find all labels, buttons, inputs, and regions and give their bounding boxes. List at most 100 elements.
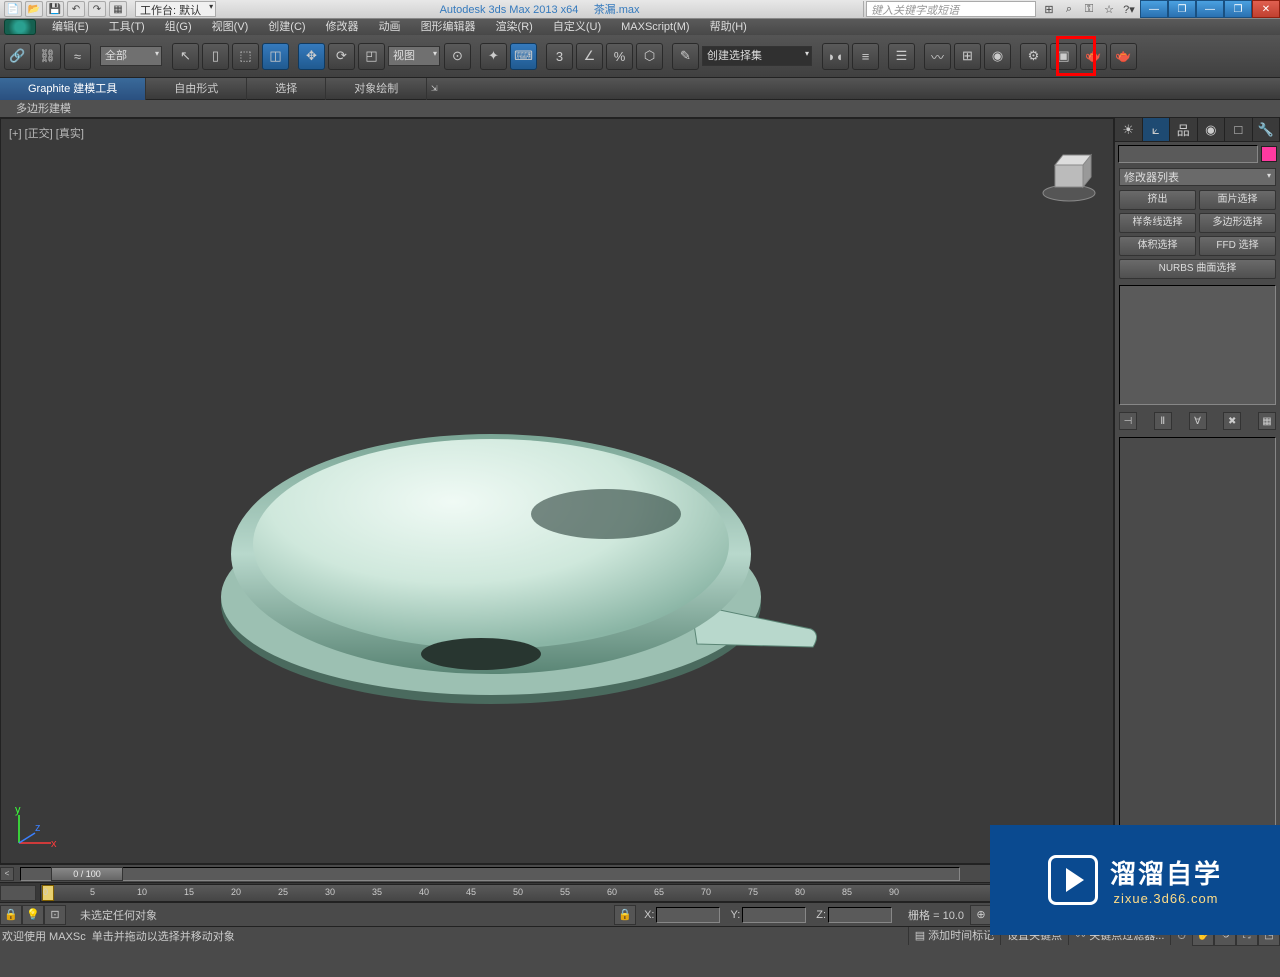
editnamedsel-icon[interactable]: ✎ — [672, 43, 699, 70]
coord-y-field[interactable] — [742, 907, 806, 923]
comm-center-icon[interactable]: ⊞ — [1040, 1, 1058, 17]
cmd-create-icon[interactable]: ☀ — [1115, 118, 1143, 141]
align-icon[interactable]: ≡ — [852, 43, 879, 70]
mod-patchsel[interactable]: 面片选择 — [1199, 190, 1276, 210]
keyboard-shortcut-icon[interactable]: ⌨ — [510, 43, 537, 70]
mod-extrude[interactable]: 挤出 — [1119, 190, 1196, 210]
menu-view[interactable]: 视图(V) — [202, 19, 259, 35]
viewport-label[interactable]: [+] [正交] [真实] — [9, 125, 84, 141]
scale-icon[interactable]: ◰ — [358, 43, 385, 70]
configure-icon[interactable]: ▦ — [1258, 412, 1276, 430]
qat-open-icon[interactable]: 📂 — [25, 1, 43, 17]
search-input[interactable]: 键入关键字或短语 — [866, 1, 1036, 17]
window-crossing-icon[interactable]: ◫ — [262, 43, 289, 70]
mod-nurbssel[interactable]: NURBS 曲面选择 — [1119, 259, 1276, 279]
close-button[interactable]: ✕ — [1252, 0, 1280, 18]
render-icon[interactable]: 🫖 — [1080, 43, 1107, 70]
material-editor-icon[interactable]: ◉ — [984, 43, 1011, 70]
qat-new-icon[interactable]: 📄 — [4, 1, 22, 17]
cmd-display-icon[interactable]: □ — [1225, 118, 1253, 141]
show-result-icon[interactable]: Ⅱ — [1154, 412, 1172, 430]
cmd-utilities-icon[interactable]: 🔧 — [1253, 118, 1280, 141]
select-region-icon[interactable]: ⬚ — [232, 43, 259, 70]
help-icon[interactable]: ?▾ — [1120, 1, 1138, 17]
qat-redo-icon[interactable]: ↷ — [88, 1, 106, 17]
selection-filter-combo[interactable]: 全部 — [100, 46, 162, 66]
maxscript-mini[interactable]: 欢迎使用 MAXSc — [0, 928, 86, 944]
menu-maxscript[interactable]: MAXScript(M) — [611, 19, 699, 35]
lock-icon[interactable]: 🔒 — [0, 905, 22, 925]
cmd-motion-icon[interactable]: ◉ — [1198, 118, 1226, 141]
bind-icon[interactable]: ≈ — [64, 43, 91, 70]
ribbon-polymodel[interactable]: 多边形建模 — [6, 100, 81, 118]
render-prod-icon[interactable]: 🫖 — [1110, 43, 1137, 70]
tab-selection[interactable]: 选择 — [247, 78, 326, 100]
menu-group[interactable]: 组(G) — [155, 19, 202, 35]
layers-icon[interactable]: ☰ — [888, 43, 915, 70]
rotate-icon[interactable]: ⟳ — [328, 43, 355, 70]
schematic-icon[interactable]: ⊞ — [954, 43, 981, 70]
qat-undo-icon[interactable]: ↶ — [67, 1, 85, 17]
pin-stack-icon[interactable]: ⊣ — [1119, 412, 1137, 430]
trackbar-mini-icon[interactable] — [0, 885, 36, 901]
cmd-hierarchy-icon[interactable]: 品 — [1170, 118, 1198, 141]
select-name-icon[interactable]: ▯ — [202, 43, 229, 70]
menu-edit[interactable]: 编辑(E) — [42, 19, 99, 35]
center-icon[interactable]: ⊙ — [444, 43, 471, 70]
menu-animation[interactable]: 动画 — [369, 19, 411, 35]
menu-create[interactable]: 创建(C) — [258, 19, 315, 35]
timetag-button[interactable]: ▤ 添加时间标记 — [908, 927, 1000, 945]
object-color-swatch[interactable] — [1261, 146, 1277, 162]
tab-paint[interactable]: 对象绘制 — [326, 78, 427, 100]
manipulate-icon[interactable]: ✦ — [480, 43, 507, 70]
spinner-snap-icon[interactable]: ⬡ — [636, 43, 663, 70]
move-icon[interactable]: ✥ — [298, 43, 325, 70]
select-icon[interactable]: ↖ — [172, 43, 199, 70]
render-frame-icon[interactable]: ▣ — [1050, 43, 1077, 70]
modifier-stack[interactable] — [1119, 285, 1276, 405]
coord-x-field[interactable] — [656, 907, 720, 923]
parameters-rollout[interactable] — [1119, 437, 1276, 837]
mirror-icon[interactable]: ◗◖ — [822, 43, 849, 70]
modifier-list-combo[interactable]: 修改器列表 — [1119, 168, 1276, 186]
mod-splinesel[interactable]: 样条线选择 — [1119, 213, 1196, 233]
outer-minimize-button[interactable]: — — [1196, 0, 1224, 18]
viewport[interactable]: [+] [正交] [真实] — [0, 118, 1114, 864]
abs-rel-icon[interactable]: ⊕ — [970, 905, 992, 925]
qat-project-icon[interactable]: ▦ — [109, 1, 127, 17]
outer-maximize-button[interactable]: ❐ — [1224, 0, 1252, 18]
viewcube-icon[interactable] — [1041, 147, 1097, 203]
mod-volsel[interactable]: 体积选择 — [1119, 236, 1196, 256]
menu-customize[interactable]: 自定义(U) — [543, 19, 611, 35]
reference-coord-combo[interactable]: 视图 — [388, 46, 440, 66]
app-3dsmax-icon[interactable] — [4, 19, 36, 35]
timeslider-track[interactable]: 0 / 100 — [20, 867, 960, 881]
coord-z-field[interactable] — [828, 907, 892, 923]
percent-snap-icon[interactable]: % — [606, 43, 633, 70]
ribbon-expand-icon[interactable]: ⇲ — [427, 84, 441, 93]
tab-graphite[interactable]: Graphite 建模工具 — [0, 78, 146, 100]
menu-modifiers[interactable]: 修改器 — [316, 19, 369, 35]
link-icon[interactable]: 🔗 — [4, 43, 31, 70]
tab-freeform[interactable]: 自由形式 — [146, 78, 247, 100]
menu-grapheditors[interactable]: 图形编辑器 — [411, 19, 486, 35]
mod-polysel[interactable]: 多边形选择 — [1199, 213, 1276, 233]
object-name-field[interactable] — [1118, 145, 1258, 163]
timeslider-thumb[interactable]: 0 / 100 — [51, 867, 123, 881]
named-selection-combo[interactable]: 创建选择集 — [702, 46, 812, 66]
cmd-modify-icon[interactable]: ⟀ — [1143, 118, 1171, 141]
menu-tools[interactable]: 工具(T) — [99, 19, 155, 35]
remove-mod-icon[interactable]: ✖ — [1223, 412, 1241, 430]
menu-help[interactable]: 帮助(H) — [700, 19, 757, 35]
select-lock-icon[interactable]: ⊡ — [44, 905, 66, 925]
key-icon[interactable]: ⚿ — [1080, 1, 1098, 17]
workspace-combo[interactable]: 工作台: 默认 — [135, 1, 216, 17]
curve-editor-icon[interactable]: 〰 — [924, 43, 951, 70]
search-icon[interactable]: ⌕ — [1060, 1, 1078, 17]
isolate-icon[interactable]: 💡 — [22, 905, 44, 925]
menu-render[interactable]: 渲染(R) — [486, 19, 543, 35]
star-icon[interactable]: ☆ — [1100, 1, 1118, 17]
transform-lock-icon[interactable]: 🔒 — [614, 905, 636, 925]
unlink-icon[interactable]: ⛓ — [34, 43, 61, 70]
restore-button[interactable]: ❐ — [1168, 0, 1196, 18]
